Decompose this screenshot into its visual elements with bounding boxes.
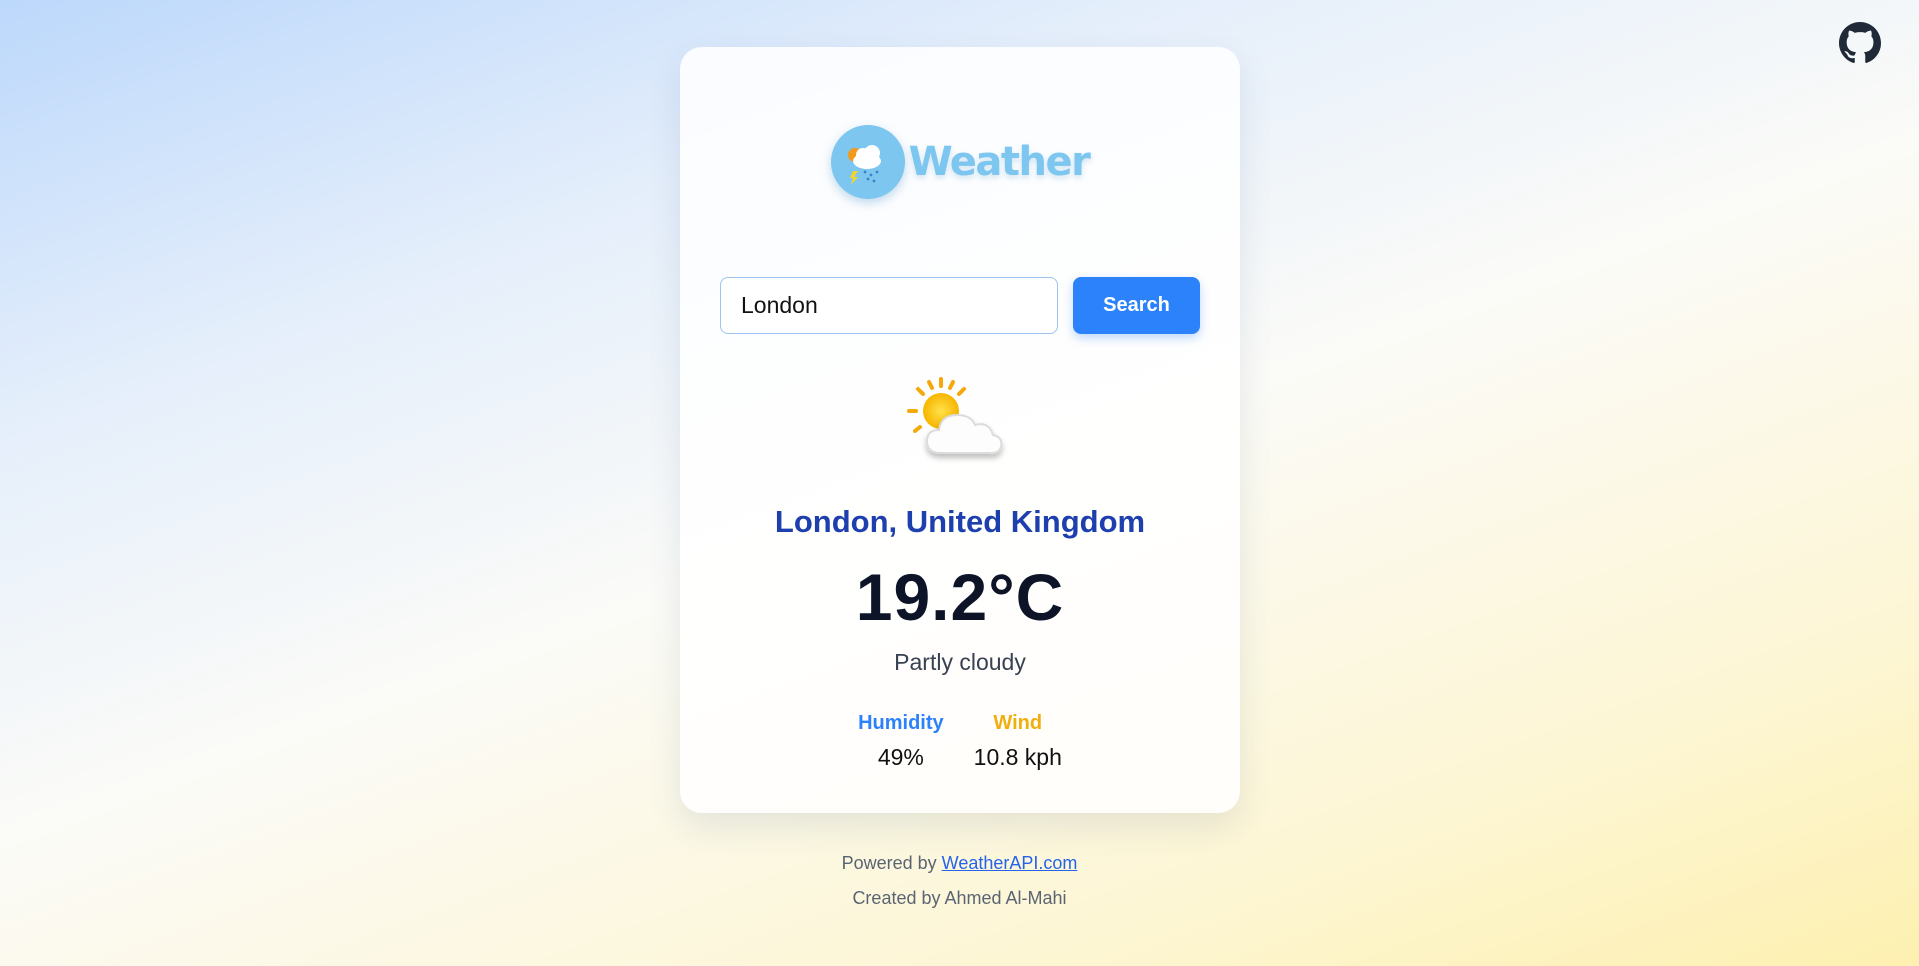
cloud-lightning-rain-icon	[830, 125, 905, 199]
search-button[interactable]: Search	[1073, 277, 1200, 334]
humidity-value: 49%	[877, 744, 924, 770]
powered-by-text: Powered by	[841, 853, 937, 873]
powered-by-line: Powered by WeatherAPI.com	[0, 853, 1919, 874]
footer: Powered by WeatherAPI.com Created by Ahm…	[0, 853, 1919, 909]
humidity-label: Humidity	[858, 712, 944, 734]
github-icon[interactable]	[1839, 22, 1881, 64]
weather-card: Weather Search	[680, 47, 1240, 813]
weather-condition: Partly cloudy	[894, 649, 1026, 675]
search-bar: Search	[720, 277, 1200, 334]
wind-value: 10.8 kph	[973, 744, 1062, 770]
wind-stat: Wind 10.8 kph	[974, 712, 1062, 771]
app-logo: Weather	[680, 125, 1240, 199]
location-name: London, United Kingdom	[774, 504, 1146, 539]
partly-cloudy-icon	[680, 375, 1240, 465]
weather-stats: Humidity 49% Wind 10.8 kph	[680, 712, 1240, 771]
credit-text: Created by Ahmed Al-Mahi	[852, 888, 1067, 908]
humidity-stat: Humidity 49%	[858, 712, 944, 771]
weatherapi-link[interactable]: WeatherAPI.com	[942, 853, 1078, 873]
wind-label: Wind	[993, 712, 1043, 734]
search-input[interactable]	[720, 277, 1058, 334]
logo-text: Weather	[908, 139, 1091, 185]
temperature: 19.2°C	[855, 560, 1065, 634]
